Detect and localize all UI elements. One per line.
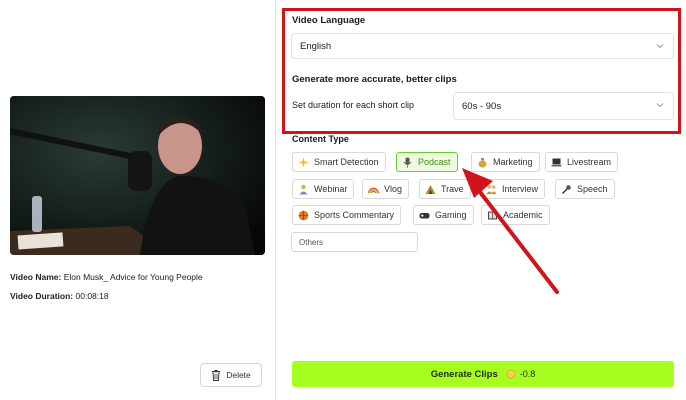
video-name-value: Elon Musk_ Advice for Young People bbox=[63, 272, 203, 282]
rainbow-icon bbox=[368, 184, 379, 195]
chip-smart-detection[interactable]: Smart Detection bbox=[292, 152, 386, 172]
chip-podcast[interactable]: Podcast bbox=[396, 152, 458, 172]
generate-clips-label: Generate Clips bbox=[430, 368, 498, 380]
video-thumbnail[interactable] bbox=[10, 96, 265, 255]
chip-label: Smart Detection bbox=[314, 157, 379, 167]
chip-vlog[interactable]: Vlog bbox=[362, 179, 410, 199]
chip-label: Academic bbox=[503, 210, 543, 220]
video-frame-image bbox=[10, 96, 265, 255]
trash-icon bbox=[212, 369, 221, 381]
credit-value: -0.8 bbox=[519, 369, 536, 379]
credit-cost: -0.8 bbox=[506, 369, 536, 379]
chip-label: Webinar bbox=[314, 184, 348, 194]
content-type-title: Content Type bbox=[292, 134, 349, 144]
chip-marketing[interactable]: Marketing bbox=[471, 152, 540, 172]
chip-webinar[interactable]: Webinar bbox=[292, 179, 355, 199]
chip-academic[interactable]: Academic bbox=[481, 205, 550, 225]
presenter-icon bbox=[298, 184, 309, 195]
mic-icon bbox=[561, 184, 572, 195]
delete-button[interactable]: Delete bbox=[200, 363, 262, 387]
chip-interview[interactable]: Interview bbox=[480, 179, 546, 199]
microphone-icon bbox=[402, 157, 413, 168]
sparkle-icon bbox=[298, 157, 309, 168]
book-icon bbox=[487, 210, 498, 221]
gamepad-icon bbox=[419, 210, 430, 221]
generate-clips-button[interactable]: Generate Clips -0.8 bbox=[292, 361, 674, 387]
basketball-icon bbox=[298, 210, 309, 221]
delete-label: Delete bbox=[226, 370, 251, 380]
money-bag-icon bbox=[477, 157, 488, 168]
video-duration-label: Video Duration: bbox=[10, 291, 74, 301]
highlight-annotation-box bbox=[282, 8, 681, 134]
chip-label: Podcast bbox=[418, 157, 451, 167]
video-name-row: Video Name: Elon Musk_ Advice for Young … bbox=[10, 272, 203, 282]
video-panel: Video Name: Elon Musk_ Advice for Young … bbox=[0, 0, 276, 400]
chip-livestream[interactable]: Livestream bbox=[545, 152, 619, 172]
chip-travel[interactable]: Trave bbox=[419, 179, 471, 199]
chip-label: Vlog bbox=[384, 184, 403, 194]
laptop-icon bbox=[551, 157, 562, 168]
chip-label: Livestream bbox=[567, 157, 612, 167]
chip-gaming[interactable]: Gaming bbox=[413, 205, 474, 225]
handshake-icon bbox=[486, 184, 497, 195]
chip-label: Speech bbox=[577, 184, 608, 194]
camping-icon bbox=[425, 184, 436, 195]
chip-speech[interactable]: Speech bbox=[555, 179, 615, 199]
video-duration-value: 00:08:18 bbox=[75, 291, 109, 301]
chip-label: Marketing bbox=[493, 157, 533, 167]
chip-label: Trave bbox=[441, 184, 464, 194]
video-name-label: Video Name: bbox=[10, 272, 62, 282]
chip-label: Interview bbox=[502, 184, 539, 194]
chip-label: Sports Commentary bbox=[314, 210, 395, 220]
video-duration-row: Video Duration: 00:08:18 bbox=[10, 291, 109, 301]
chip-sports-commentary[interactable]: Sports Commentary bbox=[292, 205, 402, 225]
chip-label: Gaming bbox=[435, 210, 467, 220]
others-input[interactable]: Others bbox=[291, 232, 418, 252]
coin-icon bbox=[506, 369, 516, 379]
others-placeholder: Others bbox=[299, 237, 324, 247]
